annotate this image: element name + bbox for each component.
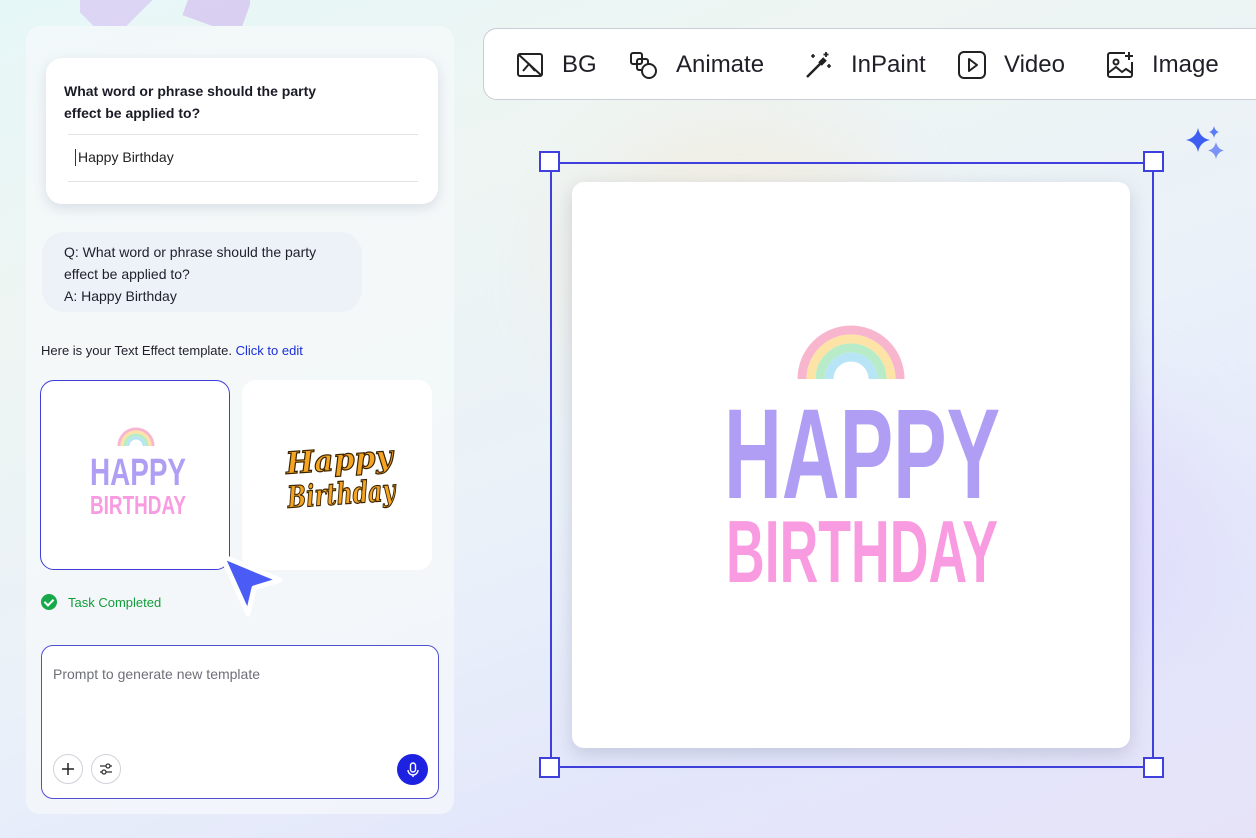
template-line2: BIRTHDAY bbox=[90, 490, 186, 520]
animate-button[interactable]: Animate bbox=[629, 29, 764, 101]
resize-handle-top-right[interactable] bbox=[1143, 151, 1164, 172]
video-play-icon bbox=[958, 51, 986, 79]
video-label: Video bbox=[1004, 51, 1065, 78]
template-line2: Birthday bbox=[286, 473, 399, 516]
prompt-placeholder: Prompt to generate new template bbox=[53, 666, 261, 682]
template-preview: HAPPY BIRTHDAY bbox=[90, 427, 186, 520]
cursor-pointer-icon bbox=[219, 553, 283, 617]
rainbow-icon bbox=[117, 427, 155, 447]
answer-input[interactable]: Happy Birthday bbox=[68, 134, 418, 182]
sliders-icon bbox=[100, 763, 112, 775]
toolbar: BG Animate InPaint Video Image bbox=[483, 28, 1256, 100]
canvas-line2: BIRTHDAY bbox=[726, 502, 998, 601]
video-button[interactable]: Video bbox=[957, 29, 1065, 101]
bg-label: BG bbox=[562, 51, 597, 78]
design-canvas[interactable]: HAPPY BIRTHDAY bbox=[572, 182, 1130, 748]
rainbow-icon bbox=[797, 325, 905, 380]
settings-button[interactable] bbox=[91, 754, 121, 784]
prompt-input[interactable]: Prompt to generate new template bbox=[41, 645, 439, 799]
check-circle-icon bbox=[41, 594, 57, 610]
add-attachment-button[interactable] bbox=[53, 754, 83, 784]
inpaint-button[interactable]: InPaint bbox=[804, 29, 926, 101]
task-status-text: Task Completed bbox=[68, 594, 162, 610]
template-card-script[interactable]: Happy Birthday bbox=[242, 380, 432, 570]
template-preview: Happy Birthday bbox=[283, 439, 399, 517]
image-button[interactable]: Image bbox=[1105, 29, 1219, 101]
animate-icon bbox=[630, 52, 657, 79]
plus-icon bbox=[62, 763, 74, 775]
decorative-shape bbox=[80, 0, 250, 26]
microphone-icon bbox=[406, 761, 419, 777]
resize-handle-bottom-left[interactable] bbox=[539, 757, 560, 778]
resize-handle-top-left[interactable] bbox=[539, 151, 560, 172]
animate-label: Animate bbox=[676, 51, 765, 78]
template-note-text: Here is your Text Effect template. bbox=[41, 343, 232, 358]
click-to-edit-link[interactable]: Click to edit bbox=[236, 343, 303, 358]
image-plus-icon bbox=[1107, 52, 1133, 78]
qa-question: Q: What word or phrase should the party … bbox=[64, 244, 317, 282]
magic-wand-icon bbox=[806, 52, 831, 78]
question-card: What word or phrase should the party eff… bbox=[46, 58, 438, 204]
template-note: Here is your Text Effect template. Click… bbox=[41, 343, 303, 358]
template-line1: HAPPY bbox=[90, 452, 186, 494]
microphone-button[interactable] bbox=[397, 754, 428, 785]
qa-bubble: Q: What word or phrase should the party … bbox=[42, 232, 362, 312]
task-status: Task Completed bbox=[41, 594, 161, 610]
answer-input-value[interactable]: Happy Birthday bbox=[75, 149, 174, 166]
qa-answer: A: Happy Birthday bbox=[64, 288, 177, 304]
image-label: Image bbox=[1152, 51, 1219, 78]
inpaint-label: InPaint bbox=[851, 51, 926, 78]
bg-button[interactable]: BG bbox=[515, 29, 597, 101]
sparkle-icon bbox=[1186, 126, 1224, 159]
question-text: What word or phrase should the party eff… bbox=[64, 83, 317, 121]
canvas-artwork: HAPPY BIRTHDAY bbox=[724, 325, 1000, 601]
remove-bg-icon bbox=[517, 53, 543, 77]
template-card-pastel[interactable]: HAPPY BIRTHDAY bbox=[40, 380, 230, 570]
resize-handle-bottom-right[interactable] bbox=[1143, 757, 1164, 778]
